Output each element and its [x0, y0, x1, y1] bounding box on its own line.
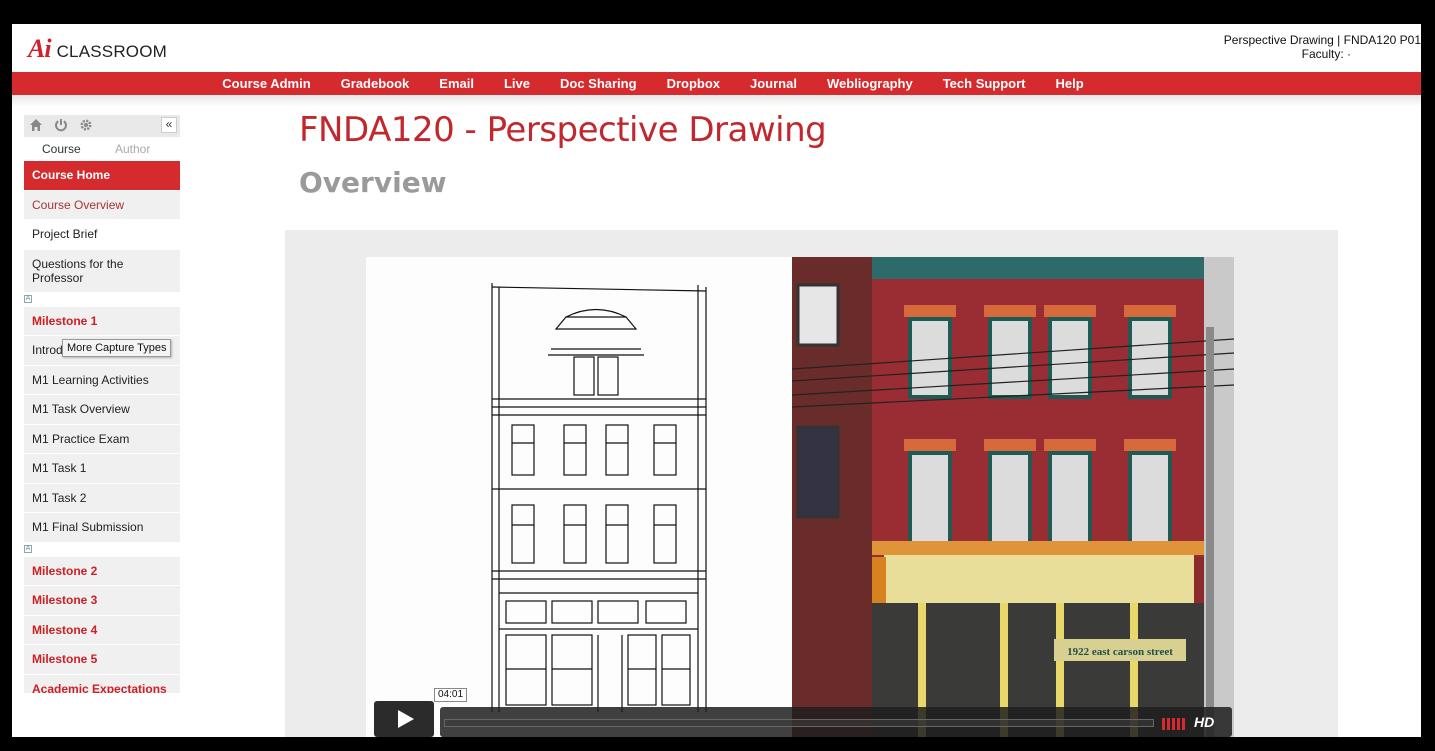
app-frame: Ai CLASSROOM Perspective Drawing | FNDA1… [12, 24, 1421, 737]
sidebar-item-m1-learning-activities[interactable]: M1 Learning Activities [24, 365, 180, 395]
sidebar-item-m1-task-1[interactable]: M1 Task 1 [24, 454, 180, 484]
sidebar-item-course-overview[interactable]: Course Overview [24, 190, 180, 220]
video-controls: HD 04:01 [374, 688, 1234, 737]
nav-item-gradebook[interactable]: Gradebook [326, 72, 425, 95]
nav-item-dropbox[interactable]: Dropbox [652, 72, 735, 95]
hd-toggle[interactable]: HD [1194, 714, 1214, 730]
sidebar-item-milestone-1[interactable]: Milestone 1 [24, 306, 180, 336]
sidebar-item-course-home[interactable]: Course Home [24, 161, 180, 191]
top-nav: Course Admin Gradebook Email Live Doc Sharin… [12, 72, 1421, 95]
sketch-drawing [491, 283, 707, 712]
sidebar-item-m1-task-2[interactable]: M1 Task 2 [24, 483, 180, 513]
sidebar-item-project-brief[interactable]: Project Brief [24, 220, 180, 250]
sidebar-mode-switch: Course Author [24, 137, 180, 161]
building-photo: 1922 east carson street [792, 257, 1234, 737]
nav-items: Course Admin Gradebook Email Live Doc Sharin… [207, 72, 1098, 95]
volume-icon[interactable] [1162, 716, 1186, 730]
nav-item-course-admin[interactable]: Course Admin [207, 72, 325, 95]
tooltip: More Capture Types [62, 339, 172, 357]
faculty-label: Faculty: [1301, 47, 1344, 61]
sidebar-item-academic-expectations[interactable]: Academic Expectations [24, 674, 180, 693]
collapse-sidebar-button[interactable]: « [161, 117, 177, 133]
sidebar-toolbar: « [24, 115, 180, 137]
progress-bar[interactable]: HD [440, 707, 1232, 737]
sidebar-item-m1-task-overview[interactable]: M1 Task Overview [24, 395, 180, 425]
sidebar-item-m1-practice-exam[interactable]: M1 Practice Exam [24, 424, 180, 454]
section-title: Overview [299, 166, 447, 199]
page-title: FNDA120 - Perspective Drawing [299, 110, 827, 150]
milestone-1-toggle[interactable]: A [24, 292, 180, 307]
collapse-toggle-icon: A [24, 544, 32, 553]
collapse-toggle-icon: A [24, 294, 32, 303]
building-sketch [366, 257, 792, 737]
sidebar-item-milestone-5[interactable]: Milestone 5 [24, 645, 180, 675]
video-player[interactable]: 1922 east carson street HD 04:01 [366, 257, 1234, 737]
logo[interactable]: Ai CLASSROOM [28, 34, 167, 64]
logo-mark: Ai [28, 34, 52, 63]
gear-icon[interactable] [78, 118, 94, 134]
nav-item-live[interactable]: Live [489, 72, 545, 95]
nav-item-tech-support[interactable]: Tech Support [928, 72, 1041, 95]
faculty-value: · [1347, 47, 1351, 61]
nav-item-help[interactable]: Help [1041, 72, 1099, 95]
video-panel: 1922 east carson street HD 04:01 [285, 230, 1338, 737]
play-icon [398, 710, 414, 728]
sidebar-item-questions[interactable]: Questions for the Professor [24, 249, 180, 293]
sidebar: « Course Author Course Home Course Overv… [24, 115, 180, 693]
sidebar-item-milestone-3[interactable]: Milestone 3 [24, 586, 180, 616]
time-tooltip: 04:01 [434, 688, 468, 702]
mode-author[interactable]: Author [115, 142, 150, 156]
header: Ai CLASSROOM Perspective Drawing | FNDA1… [12, 24, 1421, 72]
home-icon[interactable] [28, 118, 44, 134]
nav-item-email[interactable]: Email [424, 72, 489, 95]
sidebar-item-milestone-4[interactable]: Milestone 4 [24, 615, 180, 645]
sidebar-item-m1-final-submission[interactable]: M1 Final Submission [24, 513, 180, 543]
logo-text: CLASSROOM [56, 42, 168, 61]
photo-illustration: 1922 east carson street [792, 257, 1234, 737]
storefront-sign: 1922 east carson street [1067, 646, 1173, 658]
progress-track[interactable] [444, 719, 1154, 727]
play-button[interactable] [374, 701, 434, 737]
nav-item-doc-sharing[interactable]: Doc Sharing [545, 72, 652, 95]
faculty-line: Faculty: · [1121, 47, 1421, 61]
course-title: Perspective Drawing | FNDA120 P01 [1223, 33, 1421, 47]
nav-shadow [12, 95, 1421, 107]
sidebar-item-milestone-2[interactable]: Milestone 2 [24, 556, 180, 586]
power-icon[interactable] [53, 118, 69, 134]
milestone-2-toggle[interactable]: A [24, 542, 180, 557]
nav-item-webliography[interactable]: Webliography [812, 72, 928, 95]
course-info: Perspective Drawing | FNDA120 P01 Facult… [1121, 33, 1421, 61]
nav-item-journal[interactable]: Journal [735, 72, 812, 95]
mode-course[interactable]: Course [42, 142, 81, 156]
